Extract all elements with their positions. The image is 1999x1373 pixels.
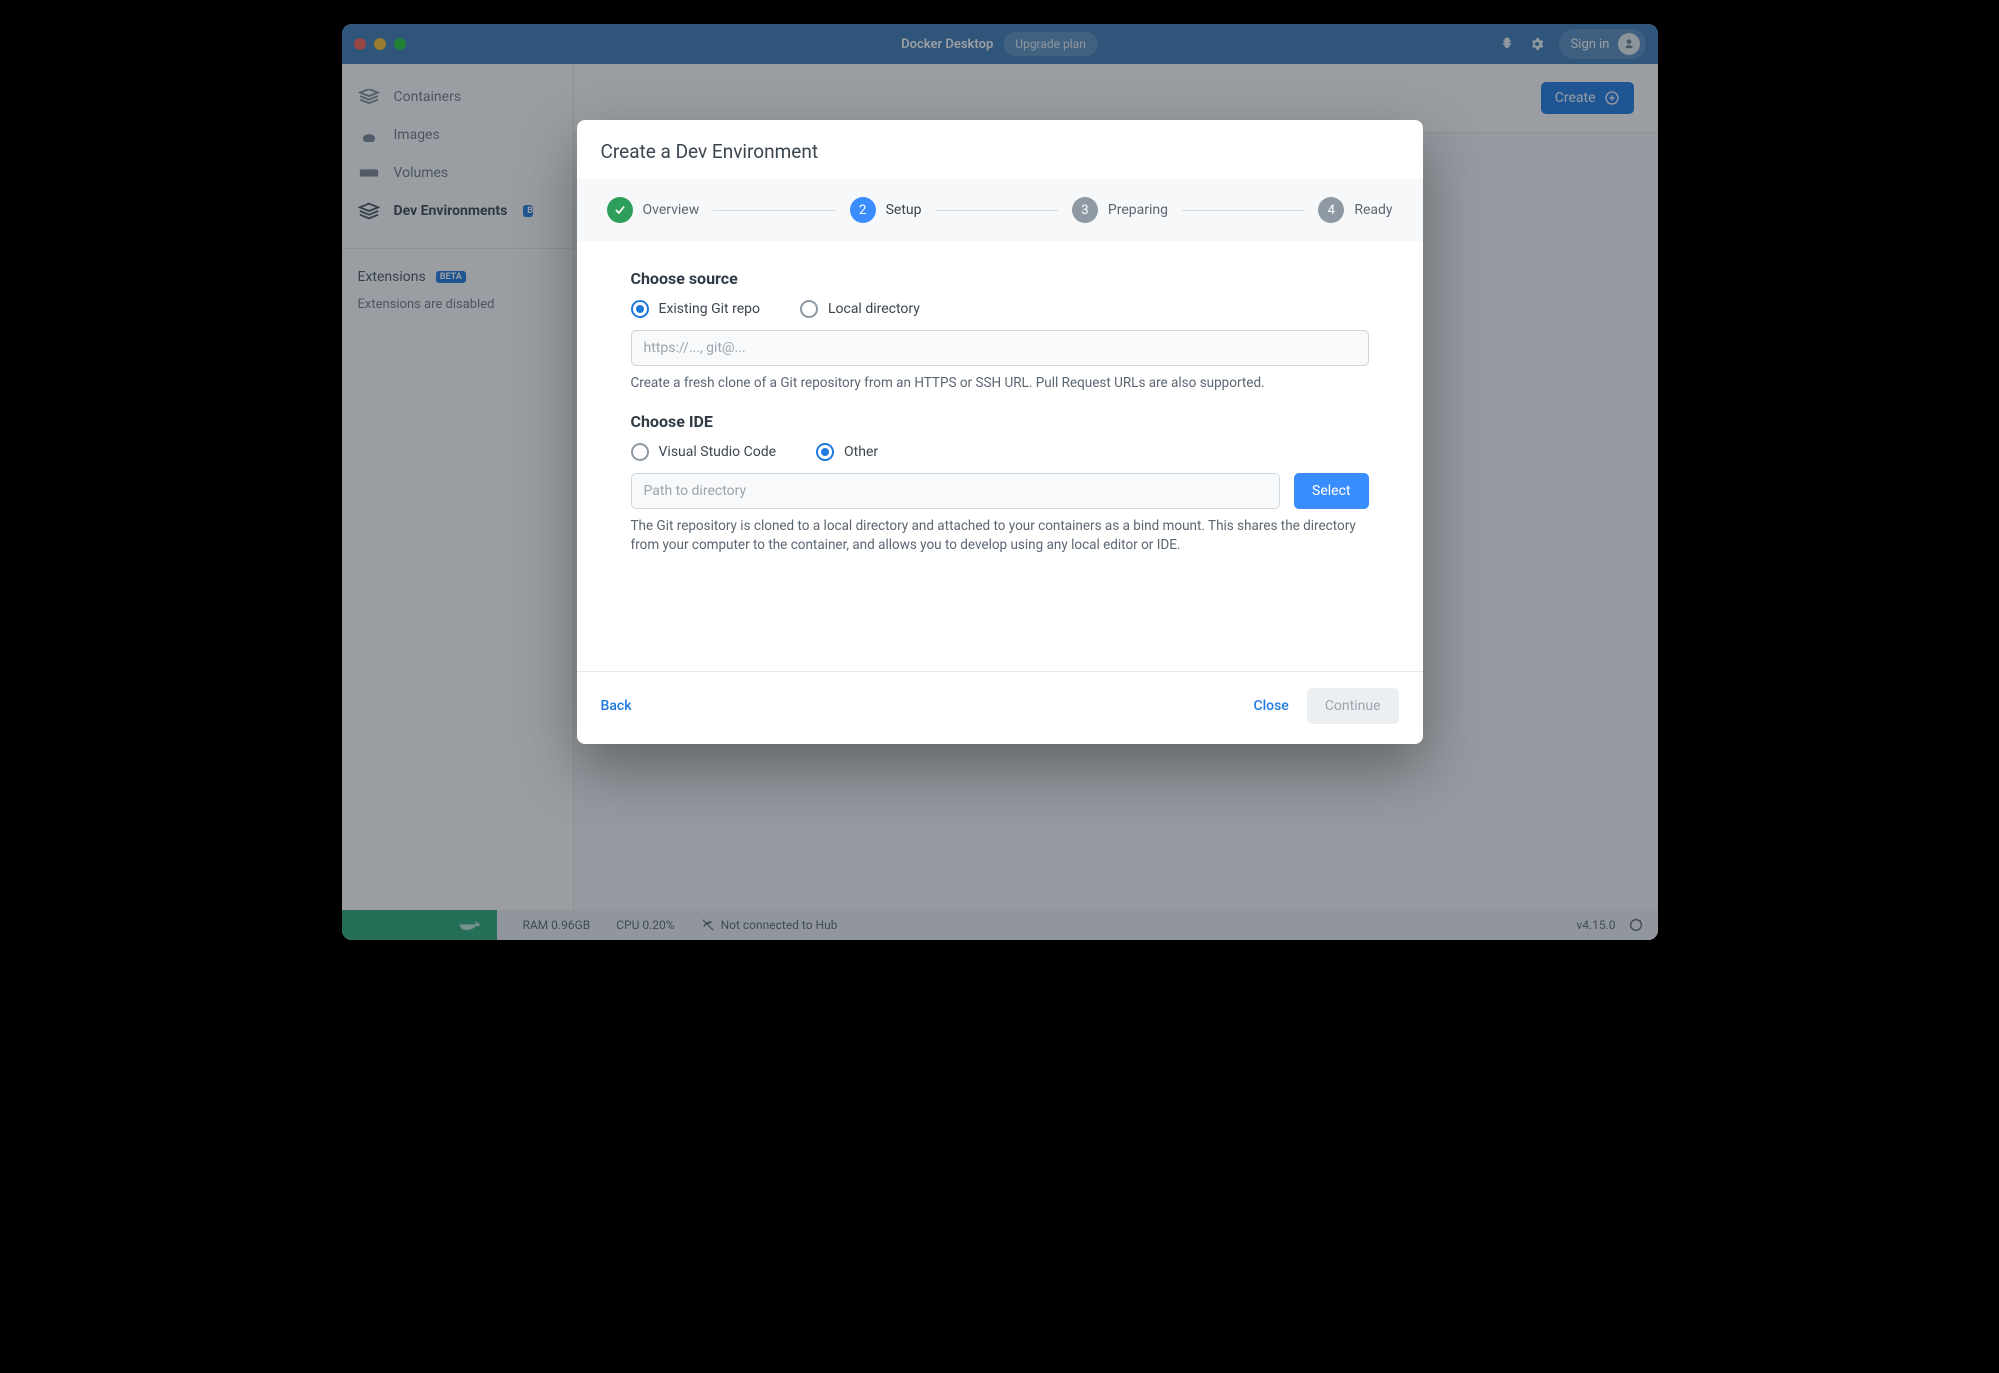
dev-environments-icon — [358, 202, 380, 220]
sidebar-item-volumes[interactable]: Volumes — [342, 154, 573, 192]
radio-existing-git-repo[interactable]: Existing Git repo — [631, 300, 760, 318]
continue-button[interactable]: Continue — [1307, 688, 1399, 724]
bug-icon[interactable] — [1499, 36, 1515, 52]
radio-icon — [631, 443, 649, 461]
step-label: Setup — [886, 202, 922, 218]
radio-icon — [816, 443, 834, 461]
window-controls — [354, 38, 406, 50]
step-label: Preparing — [1108, 202, 1168, 218]
status-hub-label: Not connected to Hub — [721, 918, 838, 932]
minimize-window-button[interactable] — [374, 38, 386, 50]
images-icon — [358, 126, 380, 144]
sidebar-item-dev-environments[interactable]: Dev Environments BETA — [342, 192, 573, 230]
close-window-button[interactable] — [354, 38, 366, 50]
modal-body: Choose source Existing Git repo Local di… — [577, 241, 1423, 671]
sidebar-item-label: Dev Environments — [394, 203, 508, 219]
choose-ide-heading: Choose IDE — [631, 412, 1369, 431]
radio-label: Visual Studio Code — [659, 444, 777, 460]
status-hub: Not connected to Hub — [701, 918, 838, 932]
whale-icon — [457, 916, 483, 934]
stepper: Overview 2 Setup 3 Preparing 4 Ready — [577, 179, 1423, 241]
beta-badge: BETA — [436, 271, 466, 283]
ide-helper-text: The Git repository is cloned to a local … — [631, 517, 1369, 556]
sidebar-item-containers[interactable]: Containers — [342, 78, 573, 116]
create-dev-env-modal: Create a Dev Environment Overview 2 Setu… — [577, 120, 1423, 744]
step-connector — [936, 210, 1058, 211]
step-number: 3 — [1072, 197, 1098, 223]
create-button-label: Create — [1555, 90, 1596, 106]
sidebar-item-label: Containers — [394, 89, 462, 105]
status-cpu: CPU 0.20% — [616, 918, 674, 932]
status-ram: RAM 0.96GB — [523, 918, 591, 932]
sidebar-item-label: Volumes — [394, 165, 449, 181]
radio-local-directory[interactable]: Local directory — [800, 300, 920, 318]
directory-path-input[interactable] — [631, 473, 1281, 509]
sidebar-item-images[interactable]: Images — [342, 116, 573, 154]
radio-icon — [800, 300, 818, 318]
close-button[interactable]: Close — [1253, 698, 1288, 714]
radio-label: Existing Git repo — [659, 301, 760, 317]
status-bar: RAM 0.96GB CPU 0.20% Not connected to Hu… — [342, 910, 1658, 940]
beta-badge: BETA — [523, 205, 533, 217]
step-number: 4 — [1318, 197, 1344, 223]
sidebar-divider — [342, 248, 573, 249]
modal-title: Create a Dev Environment — [601, 140, 1399, 163]
step-number: 2 — [850, 197, 876, 223]
app-title: Docker Desktop — [901, 37, 993, 52]
step-label: Overview — [643, 202, 700, 218]
app-window: Docker Desktop Upgrade plan Sign in — [342, 24, 1658, 940]
source-helper-text: Create a fresh clone of a Git repository… — [631, 374, 1369, 394]
step-label: Ready — [1354, 202, 1392, 218]
feedback-icon[interactable] — [1628, 917, 1644, 933]
engine-status[interactable] — [342, 910, 497, 940]
choose-source-heading: Choose source — [631, 269, 1369, 288]
modal-footer: Back Close Continue — [577, 671, 1423, 744]
check-icon — [607, 197, 633, 223]
back-button[interactable]: Back — [601, 698, 632, 714]
upgrade-plan-button[interactable]: Upgrade plan — [1003, 32, 1098, 56]
source-radio-group: Existing Git repo Local directory — [631, 300, 1369, 318]
radio-label: Other — [844, 444, 878, 460]
sidebar-extensions-header[interactable]: Extensions BETA — [342, 263, 573, 291]
sidebar-item-label: Images — [394, 127, 440, 143]
extensions-disabled-text: Extensions are disabled — [342, 291, 573, 318]
radio-other-ide[interactable]: Other — [816, 443, 878, 461]
modal-header: Create a Dev Environment — [577, 120, 1423, 179]
volumes-icon — [358, 164, 380, 182]
sign-in-label: Sign in — [1571, 37, 1610, 52]
plus-circle-icon — [1604, 90, 1620, 106]
select-directory-button[interactable]: Select — [1294, 473, 1368, 509]
ide-radio-group: Visual Studio Code Other — [631, 443, 1369, 461]
titlebar: Docker Desktop Upgrade plan Sign in — [342, 24, 1658, 64]
step-connector — [1182, 210, 1304, 211]
create-button[interactable]: Create — [1541, 82, 1634, 114]
extensions-label: Extensions — [358, 269, 426, 285]
status-version: v4.15.0 — [1576, 918, 1615, 932]
step-preparing: 3 Preparing — [1072, 197, 1168, 223]
avatar-icon — [1618, 33, 1640, 55]
radio-vscode[interactable]: Visual Studio Code — [631, 443, 777, 461]
sidebar: Containers Images Volumes Dev Environmen… — [342, 64, 574, 910]
git-url-input[interactable] — [631, 330, 1369, 366]
maximize-window-button[interactable] — [394, 38, 406, 50]
disconnected-icon — [701, 918, 715, 932]
radio-label: Local directory — [828, 301, 920, 317]
sign-in-button[interactable]: Sign in — [1559, 29, 1646, 59]
containers-icon — [358, 88, 380, 106]
step-connector — [713, 210, 835, 211]
step-ready: 4 Ready — [1318, 197, 1392, 223]
radio-icon — [631, 300, 649, 318]
step-setup: 2 Setup — [850, 197, 922, 223]
settings-icon[interactable] — [1529, 36, 1545, 52]
step-overview: Overview — [607, 197, 700, 223]
